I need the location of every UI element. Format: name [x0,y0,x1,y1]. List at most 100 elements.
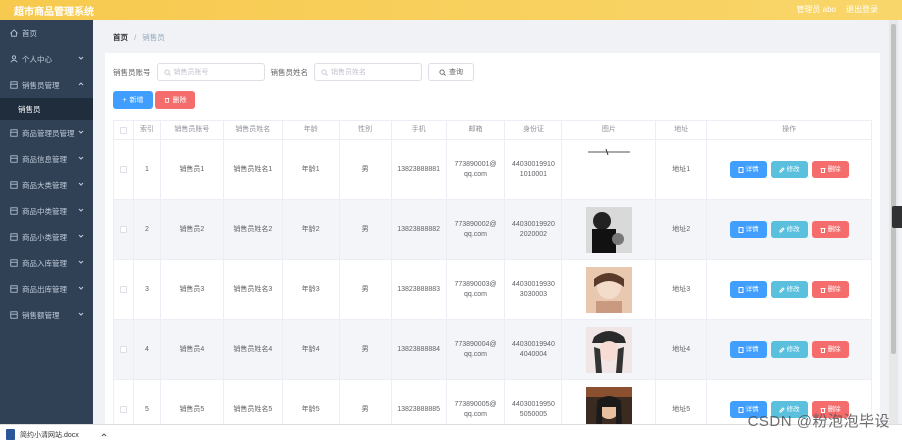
sidebar-item-category-mid-mgmt[interactable]: 商品中类管理 [0,198,93,224]
table-icon [9,285,18,294]
sidebar-item-label: 个人中心 [22,54,52,64]
sidebar-item-label: 商品管理员管理 [22,128,75,138]
row-checkbox-cell[interactable] [114,320,134,379]
edit-button[interactable]: 修改 [770,341,808,358]
sidebar-item-stock-in-mgmt[interactable]: 商品入库管理 [0,250,93,276]
query-button-label: 查询 [449,69,463,76]
edit-button[interactable]: 修改 [770,161,808,178]
idcard-text: 440300199505050005 [512,400,555,418]
delete-label: 删除 [827,225,841,233]
name-label: 销售员姓名 [270,67,309,77]
row-checkbox[interactable] [119,226,127,233]
account-search-input[interactable]: 销售员账号 [156,63,265,81]
cell-operations: 详情 修改 删除 [707,140,872,199]
table-body: 1 销售员1 销售员姓名1 年龄1 男 13823888881 773890001@qq.c… [113,140,872,440]
scrollbar-thumb[interactable] [891,24,896,354]
query-button[interactable]: 查询 [428,63,474,81]
cell-name: 销售员姓名1 [224,140,283,199]
chevron-down-icon [78,260,84,264]
sidebar-item-label: 商品中类管理 [22,206,67,216]
cell-index: 1 [134,140,161,199]
cell-operations: 详情 修改 删除 [707,320,872,379]
sidebar-item-label: 销售员管理 [22,80,60,90]
name-search-input[interactable]: 销售员姓名 [314,63,422,81]
idcard-text: 440300199101010001 [512,160,555,178]
search-icon [321,68,328,76]
sidebar-item-label: 商品信息管理 [22,154,67,164]
collapse-tab[interactable] [892,206,902,228]
header-idcard: 身份证 [505,121,563,139]
download-item[interactable]: 简约小清网站.docx [6,429,107,440]
row-checkbox-cell[interactable] [114,260,134,319]
cell-address: 地址4 [656,320,708,379]
delete-label: 删除 [827,285,841,293]
chevron-down-icon [78,130,84,134]
edit-button[interactable]: 修改 [770,221,808,238]
cell-image [562,200,657,259]
sidebar-item-profile[interactable]: 个人中心 [0,46,93,72]
delete-button[interactable]: 删除 [811,281,849,298]
cell-name: 销售员姓名3 [224,260,283,319]
add-button[interactable]: + 新增 [113,91,153,109]
detail-button[interactable]: 详情 [729,161,767,178]
row-checkbox[interactable] [119,406,127,413]
row-checkbox-cell[interactable] [114,200,134,259]
table-row: 3 销售员3 销售员姓名3 年龄3 男 13823888883 773890003@qq.c… [113,260,872,320]
sidebar-item-product-info-mgmt[interactable]: 商品信息管理 [0,146,93,172]
breadcrumb: 首页 / 销售员 [113,32,165,43]
chevron-down-icon [78,286,84,290]
cell-idcard: 440300199101010001 [505,140,563,199]
cell-account: 销售员3 [161,260,224,319]
chevron-down-icon [78,56,84,60]
plus-icon: + [122,96,127,104]
table-row: 2 销售员2 销售员姓名2 年龄2 男 13823888882 773890002@qq.c… [113,200,872,260]
chevron-down-icon [78,156,84,160]
sidebar-item-product-admin-mgmt[interactable]: 商品管理员管理 [0,120,93,146]
sidebar-item-home[interactable]: 首页 [0,20,93,46]
delete-button[interactable]: 删除 [811,161,849,178]
cell-name: 销售员姓名2 [224,200,283,259]
idcard-text: 440300199404040004 [512,340,555,358]
table-row: 1 销售员1 销售员姓名1 年龄1 男 13823888881 773890001@qq.c… [113,140,872,200]
sidebar-item-category-large-mgmt[interactable]: 商品大类管理 [0,172,93,198]
detail-label: 详情 [745,165,759,173]
cell-address: 地址2 [656,200,708,259]
sidebar-subitem-salesperson[interactable]: 销售员 [0,98,93,120]
chevron-down-icon [78,182,84,186]
action-bar: + 新增 删除 [113,91,195,109]
sidebar-item-sales-mgmt[interactable]: 销售额管理 [0,302,93,328]
row-checkbox[interactable] [119,346,127,353]
detail-button[interactable]: 详情 [729,341,767,358]
batch-delete-button[interactable]: 删除 [155,91,195,109]
delete-button[interactable]: 删除 [811,341,849,358]
table-icon [9,233,18,242]
cell-phone: 13823888884 [392,320,447,379]
sidebar-item-label: 商品小类管理 [22,232,67,242]
cell-account: 销售员4 [161,320,224,379]
detail-button[interactable]: 详情 [729,221,767,238]
table-icon [9,259,18,268]
sidebar-item-category-small-mgmt[interactable]: 商品小类管理 [0,224,93,250]
table-icon [9,181,18,190]
cell-image [562,260,657,319]
row-checkbox-cell[interactable] [114,140,134,199]
cell-sex: 男 [340,140,392,199]
header-address: 地址 [656,121,708,139]
edit-button[interactable]: 修改 [770,281,808,298]
sidebar-item-label: 销售员 [18,104,41,114]
select-all-checkbox[interactable] [119,126,127,134]
detail-button[interactable]: 详情 [729,281,767,298]
header-checkbox-cell[interactable] [114,121,134,139]
breadcrumb-home[interactable]: 首页 [113,33,128,42]
sidebar-item-stock-out-mgmt[interactable]: 商品出库管理 [0,276,93,302]
name-placeholder: 销售员姓名 [331,69,366,76]
logout-link[interactable]: 退出登录 [846,4,878,15]
document-icon [738,226,744,233]
cell-name: 销售员姓名4 [224,320,283,379]
delete-button[interactable]: 删除 [811,221,849,238]
cell-address: 地址1 [656,140,708,199]
row-checkbox[interactable] [119,286,127,293]
row-checkbox[interactable] [119,166,127,173]
sidebar-item-salesperson-mgmt[interactable]: 销售员管理 [0,72,93,98]
chevron-up-icon [101,432,107,436]
